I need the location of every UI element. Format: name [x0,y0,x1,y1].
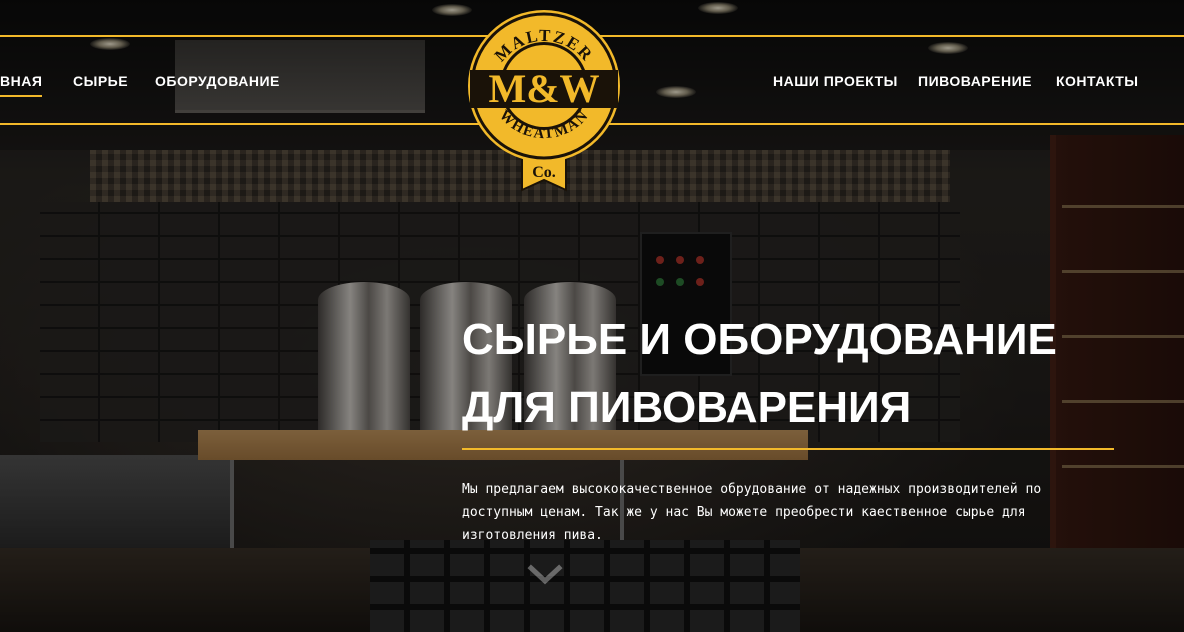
logo-co-text: Co. [532,164,556,181]
logo-emblem: MALTZER WHEATMAN M&W Co. [468,10,620,192]
nav-link-projects[interactable]: НАШИ ПРОЕКТЫ [773,73,898,89]
hero-divider [462,448,1114,450]
hero-section: ВНАЯ СЫРЬЕ ОБОРУДОВАНИЕ НАШИ ПРОЕКТЫ ПИВ… [0,0,1184,632]
nav-link-home[interactable]: ВНАЯ [0,73,43,97]
hero-title-line-2: ДЛЯ ПИВОВАРЕНИЯ [462,383,912,432]
nav-link-equipment[interactable]: ОБОРУДОВАНИЕ [155,73,280,89]
hero-description: Мы предлагаем высококачественное обрудов… [462,482,1042,543]
hero-title: СЫРЬЕ И ОБОРУДОВАНИЕ ДЛЯ ПИВОВАРЕНИЯ [462,306,1122,442]
hero-title-line-1: СЫРЬЕ И ОБОРУДОВАНИЕ [462,315,1057,364]
brand-logo[interactable]: MALTZER WHEATMAN M&W Co. [466,0,622,192]
nav-link-brewing[interactable]: ПИВОВАРЕНИЕ [918,73,1032,89]
nav-link-raw-materials[interactable]: СЫРЬЕ [73,73,128,89]
nav-link-contacts[interactable]: КОНТАКТЫ [1056,73,1138,89]
logo-monogram: M&W [488,66,599,111]
chevron-down-icon[interactable] [527,564,563,586]
